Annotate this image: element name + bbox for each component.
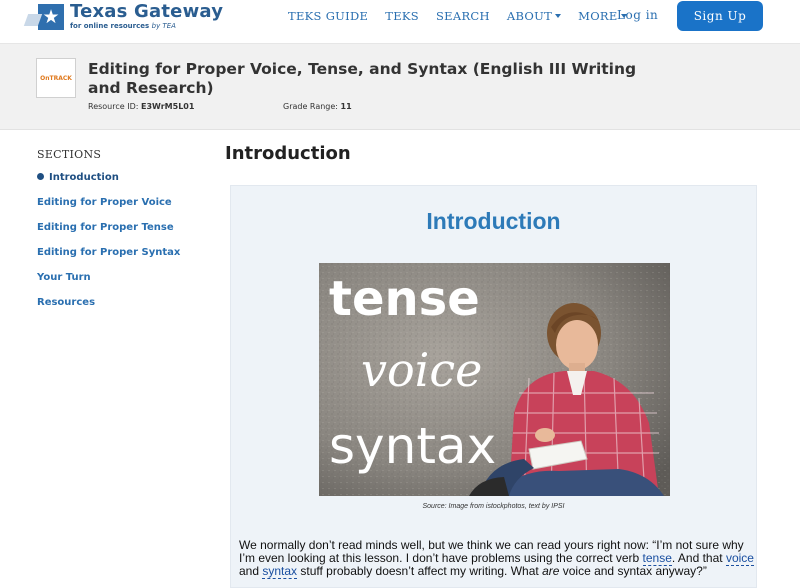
intro-image: tense voice syntax (319, 263, 670, 496)
thumbnail-label: OnTRACK (40, 74, 72, 82)
nav-more-label: MORE (578, 9, 618, 23)
logo-subtitle-by: by TEA (151, 22, 176, 30)
intro-paragraph: We normally don’t read minds well, but w… (239, 539, 754, 579)
top-navigation-bar: ★ Texas Gateway for online resources by … (0, 0, 800, 44)
sidebar-item-label: Resources (37, 297, 96, 308)
image-word-voice: voice (361, 343, 482, 397)
resource-id: Resource ID: E3WrM5L01 (88, 102, 194, 111)
nav-teks[interactable]: TEKS (385, 9, 419, 23)
resource-id-label: Resource ID: (88, 102, 139, 111)
paragraph-text: stuff probably doesn’t affect my writing… (297, 564, 543, 578)
resource-title: Editing for Proper Voice, Tense, and Syn… (88, 60, 637, 97)
sections-heading: SECTIONS (37, 148, 102, 161)
nav-search[interactable]: SEARCH (436, 9, 490, 23)
grade-range-label: Grade Range: (283, 102, 338, 111)
sidebar-item-your-turn[interactable]: Your Turn (37, 272, 91, 283)
nav-teks-guide[interactable]: TEKS GUIDE (288, 9, 368, 23)
chevron-down-icon (555, 14, 562, 18)
logo-text: Texas Gateway for online resources by TE… (70, 1, 224, 31)
login-link[interactable]: Log in (617, 8, 658, 22)
logo-title: Texas Gateway (70, 1, 224, 22)
resource-banner: OnTRACK Editing for Proper Voice, Tense,… (0, 44, 800, 130)
page-title: Introduction (225, 143, 351, 164)
sidebar-item-tense[interactable]: Editing for Proper Tense (37, 222, 174, 233)
content-panel: Introduction tense voice syntax Source: … (230, 185, 757, 588)
sidebar-item-label: Editing for Proper Tense (37, 222, 174, 233)
sidebar-item-syntax[interactable]: Editing for Proper Syntax (37, 247, 180, 258)
sidebar-item-voice[interactable]: Editing for Proper Voice (37, 197, 172, 208)
intro-image-graphic: tense voice syntax (319, 263, 670, 496)
glossary-link-voice[interactable]: voice (725, 551, 754, 566)
star-logo-icon: ★ (38, 4, 64, 30)
nav-about[interactable]: ABOUT (506, 9, 562, 23)
main-nav: TEKS GUIDE TEKS SEARCH ABOUT MORE (288, 0, 644, 32)
signup-button[interactable]: Sign Up (677, 1, 763, 31)
glossary-link-syntax[interactable]: syntax (262, 564, 298, 579)
sidebar-item-label: Editing for Proper Syntax (37, 247, 181, 258)
nav-about-label: ABOUT (506, 9, 553, 23)
paragraph-emphasis: are (542, 564, 560, 578)
logo-subtitle-text: for online resources (70, 22, 150, 30)
image-word-syntax: syntax (329, 417, 496, 475)
content-heading: Introduction (426, 208, 561, 234)
sidebar-item-label: Editing for Proper Voice (37, 197, 172, 208)
nav-teks-guide-label: TEKS GUIDE (288, 9, 369, 23)
resource-thumbnail: OnTRACK (36, 58, 76, 98)
grade-range-value: 11 (340, 102, 352, 111)
image-word-tense: tense (329, 271, 480, 327)
resource-id-value: E3WrM5L01 (141, 102, 195, 111)
image-caption: Source: Image from istockphotos, text by… (422, 503, 565, 510)
sidebar-item-label: Introduction (49, 172, 119, 183)
sidebar-item-label: Your Turn (37, 272, 91, 283)
active-dot-icon (37, 173, 44, 180)
nav-search-label: SEARCH (435, 9, 490, 23)
logo-subtitle: for online resources by TEA (70, 22, 223, 30)
nav-teks-label: TEKS (385, 9, 419, 23)
paragraph-text: . And that (671, 551, 726, 565)
sidebar-item-resources[interactable]: Resources (37, 297, 95, 308)
sidebar-item-introduction[interactable]: Introduction (37, 172, 119, 183)
texas-gateway-logo[interactable]: ★ Texas Gateway for online resources by … (38, 2, 223, 32)
paragraph-text: and (239, 564, 263, 578)
paragraph-text: voice and syntax anyway?” (559, 564, 707, 578)
grade-range: Grade Range: 11 (283, 102, 352, 111)
